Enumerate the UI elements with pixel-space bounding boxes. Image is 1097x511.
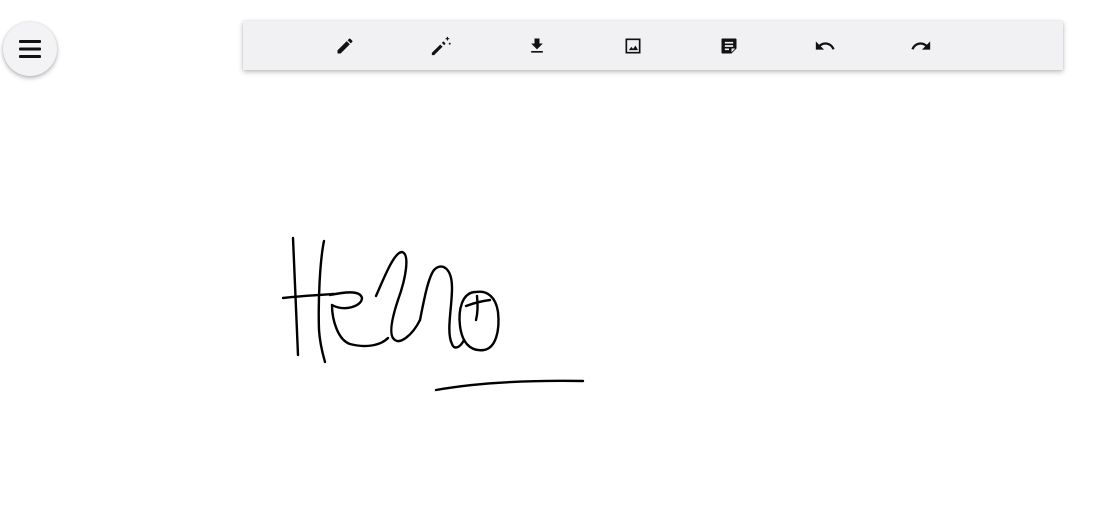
hamburger-menu-icon [19,40,41,58]
download-button[interactable] [517,21,557,70]
magic-pen-icon [431,36,451,55]
redo-icon [911,40,931,50]
ink-stroke [374,250,422,343]
toolbar [243,21,1063,70]
magic-pen-button[interactable] [421,21,461,70]
sticky-note-icon [721,38,737,53]
undo-icon [815,40,835,50]
sticky-note-button[interactable] [709,21,749,70]
download-icon [531,38,543,53]
ink-stroke [458,290,500,352]
ink-stroke [474,294,479,322]
menu-button[interactable] [3,22,57,76]
drawing-canvas[interactable] [0,0,1097,511]
ink-stroke [317,239,327,364]
ink-stroke [328,291,390,348]
image-button[interactable] [613,21,653,70]
pencil-icon [337,37,353,53]
undo-button[interactable] [805,21,845,70]
image-icon [625,38,641,53]
redo-button[interactable] [901,21,941,70]
ink-stroke [281,292,336,300]
ink-stroke [434,379,585,392]
ink-stroke [418,265,466,349]
pencil-button[interactable] [325,21,365,70]
drawing-app [0,0,1097,511]
